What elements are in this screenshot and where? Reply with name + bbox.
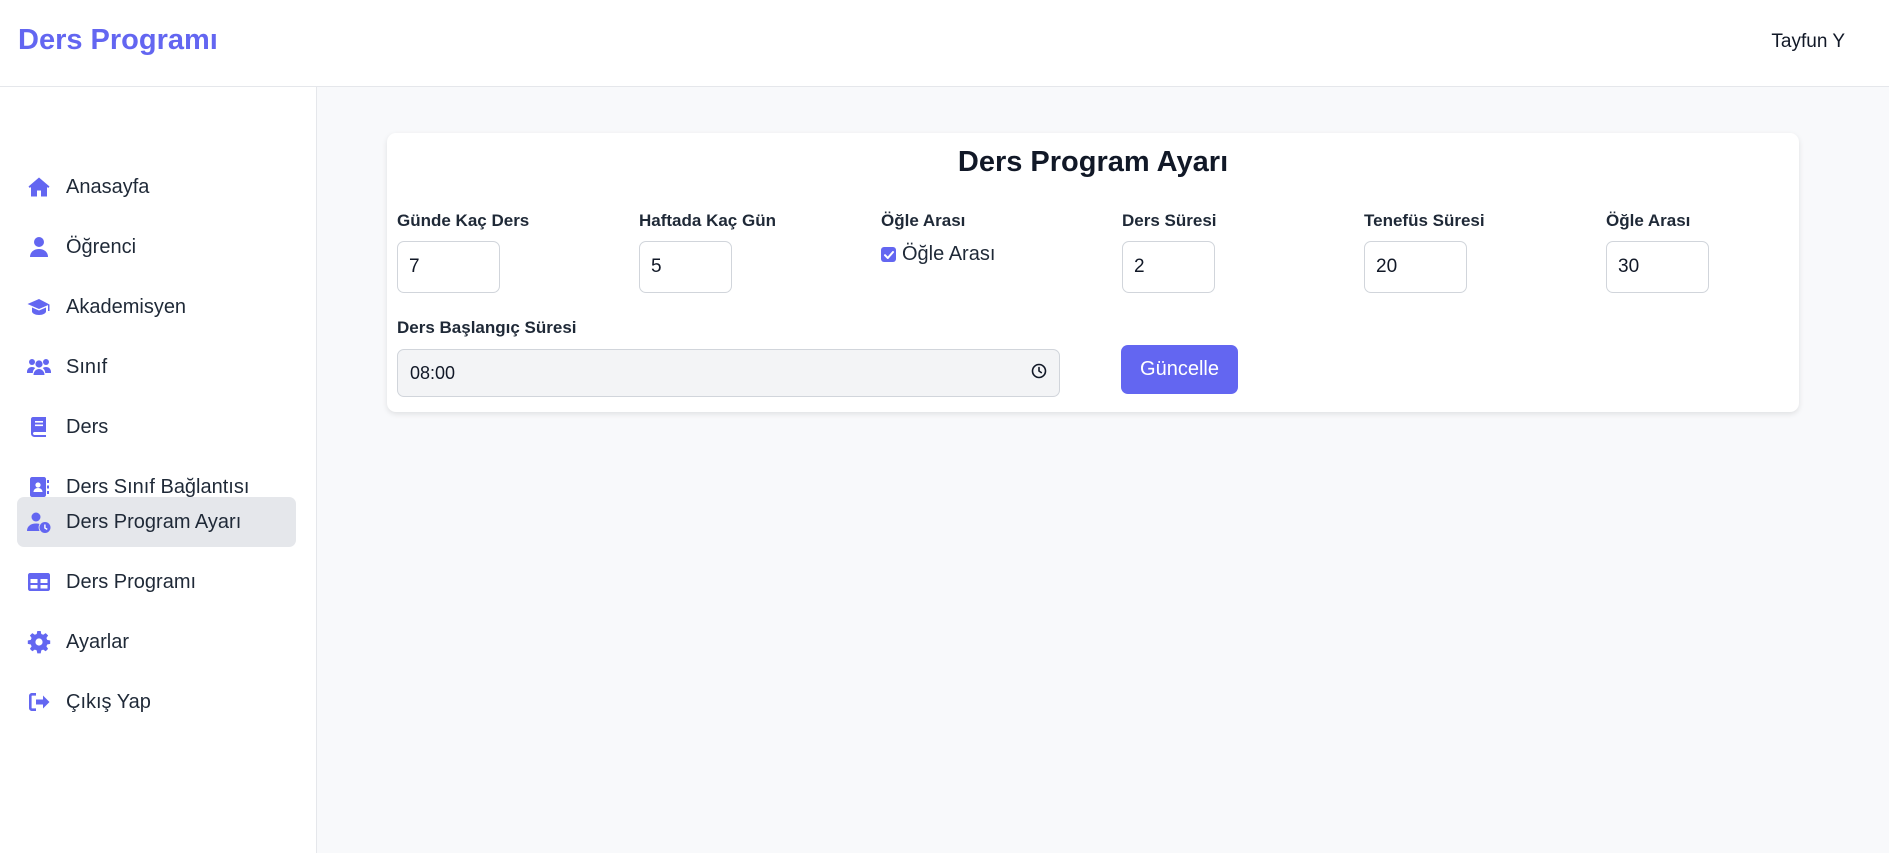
settings-card: Ders Program Ayarı Günde Kaç Ders Haftad… [387,133,1799,412]
break-duration-label: Tenefüs Süresi [1364,211,1485,230]
sidebar-item-ayarlar[interactable]: Ayarlar [17,617,296,667]
start-time-field: Ders Başlangıç Süresi [397,318,577,340]
graduation-cap-icon [26,294,52,320]
sidebar-item-label: Anasayfa [66,175,150,198]
sidebar-item-ders-programi[interactable]: Ders Programı [17,557,296,607]
sidebar-item-sinif[interactable]: Sınıf [17,342,296,392]
lunch-duration-input[interactable] [1606,241,1709,293]
daily-lessons-input[interactable] [397,241,500,293]
brand-title[interactable]: Ders Programı [18,24,218,57]
sidebar-item-cikis-yap[interactable]: Çıkış Yap [17,677,296,727]
lesson-duration-input[interactable] [1122,241,1215,293]
table-icon [26,569,52,595]
home-icon [26,174,52,200]
lunch-checkbox[interactable] [881,247,896,262]
sidebar-item-label: Ders [66,415,109,438]
start-time-value: 08:00 [410,362,456,383]
sidebar-item-label: Ders Programı [66,570,197,593]
lunch-checkbox-row[interactable]: Öğle Arası [881,243,995,266]
break-duration-field: Tenefüs Süresi [1364,211,1485,233]
sidebar-item-ders[interactable]: Ders [17,402,296,452]
user-clock-icon [26,509,52,535]
sign-out-icon [26,689,52,715]
user-icon [26,234,52,260]
daily-lessons-label: Günde Kaç Ders [397,211,530,230]
checkmark-icon [883,250,894,259]
lunch-toggle-field: Öğle Arası [881,211,965,233]
sidebar-item-akademisyen[interactable]: Akademisyen [17,282,296,332]
lunch-checkbox-label: Öğle Arası [902,243,996,265]
weekly-days-input[interactable] [639,241,732,293]
top-bar: Ders Programı Tayfun Y [0,0,1889,87]
start-time-label: Ders Başlangıç Süresi [397,318,577,337]
weekly-days-label: Haftada Kaç Gün [639,211,776,230]
start-time-input[interactable]: 08:00 [397,349,1060,397]
clock-icon[interactable] [1031,363,1047,384]
update-button[interactable]: Güncelle [1121,345,1238,394]
sidebar-item-label: Sınıf [66,355,108,378]
sidebar-item-label: Ders Program Ayarı [66,510,242,533]
lunch-duration-field: Öğle Arası [1606,211,1690,233]
daily-lessons-field: Günde Kaç Ders [397,211,529,233]
sidebar-item-label: Ders Sınıf Bağlantısı [66,475,250,498]
lesson-duration-field: Ders Süresi [1122,211,1217,233]
gear-icon [26,629,52,655]
sidebar-item-label: Çıkış Yap [66,690,151,713]
break-duration-input[interactable] [1364,241,1467,293]
user-name[interactable]: Tayfun Y [1771,31,1845,53]
lunch-toggle-label: Öğle Arası [881,211,966,230]
sidebar-item-ogrenci[interactable]: Öğrenci [17,222,296,272]
sidebar-item-anasayfa[interactable]: Anasayfa [17,162,296,212]
sidebar-item-label: Öğrenci [66,235,137,258]
lesson-duration-label: Ders Süresi [1122,211,1217,230]
book-icon [26,414,52,440]
page-title: Ders Program Ayarı [957,146,1229,178]
weekly-days-field: Haftada Kaç Gün [639,211,776,233]
sidebar: Anasayfa Öğrenci Akademisyen Sınıf Ders … [0,87,317,853]
lunch-duration-label: Öğle Arası [1606,211,1691,230]
sidebar-item-label: Ayarlar [66,630,129,653]
sidebar-item-label: Akademisyen [66,295,187,318]
sidebar-item-ders-program-ayari[interactable]: Ders Program Ayarı [17,497,296,547]
users-icon [26,354,52,380]
